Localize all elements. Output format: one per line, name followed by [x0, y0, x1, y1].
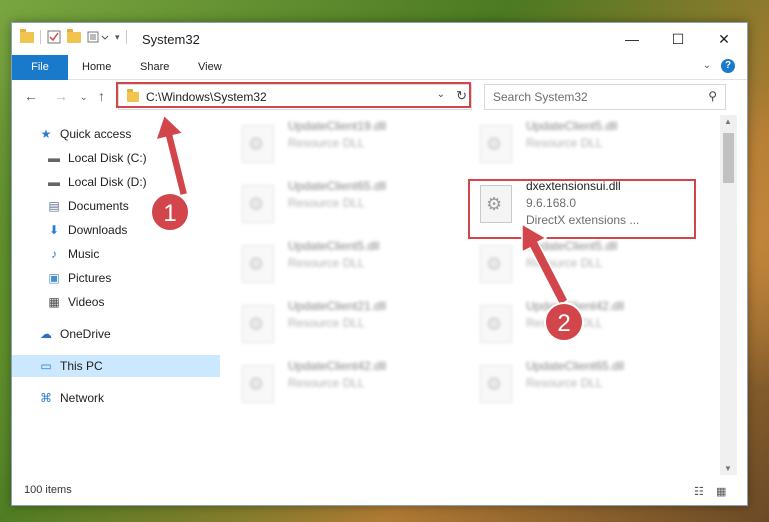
- arrow-2: [521, 222, 569, 308]
- annotation-arrows: [154, 113, 569, 308]
- step-1-badge: 1: [150, 192, 190, 232]
- arrow-1: [154, 113, 189, 197]
- step-2-badge: 2: [544, 302, 584, 342]
